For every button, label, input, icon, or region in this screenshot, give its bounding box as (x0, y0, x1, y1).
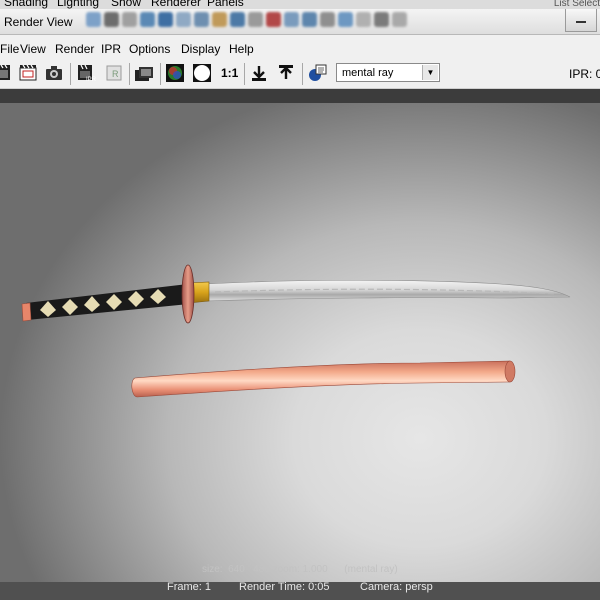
title-bar: Render View (0, 9, 600, 35)
keep-image-icon (252, 66, 266, 81)
menu-shading[interactable]: Shading (4, 0, 48, 9)
katana-scabbard (131, 360, 516, 398)
background-shelf-icons (86, 12, 407, 30)
renderer-select-value: mental ray (342, 67, 394, 79)
katana-blade (204, 279, 571, 302)
snapshot-button[interactable] (44, 63, 64, 83)
window-title: Render View (4, 15, 73, 29)
render-settings-button[interactable] (307, 63, 327, 83)
render-sequence-button[interactable] (134, 63, 154, 83)
minimize-icon (576, 21, 586, 23)
chevron-down-icon: ▼ (422, 65, 438, 80)
panel-divider (0, 89, 600, 103)
minimize-button[interactable] (565, 9, 597, 32)
ipr-render-icon: IPR (78, 64, 96, 83)
alpha-channel-button[interactable] (192, 63, 212, 83)
render-toolbar: IPR R 1:1 mental ray ▼ IPR: 0 (0, 59, 600, 89)
color-channels-button[interactable] (165, 63, 185, 83)
menu-view[interactable]: View (20, 42, 46, 56)
menu-ipr[interactable]: IPR (101, 42, 121, 56)
refresh-ipr-icon: R (106, 65, 122, 81)
remove-image-button[interactable] (276, 63, 296, 83)
snapshot-icon (46, 66, 62, 80)
host-menu-cut-text: List Select (553, 0, 600, 9)
menu-bar: File View Render IPR Options Display Hel… (0, 35, 600, 59)
svg-text:IPR: IPR (86, 77, 96, 83)
renderer-select[interactable]: mental ray ▼ (336, 63, 440, 82)
ipr-status-label: IPR: 0 (569, 67, 600, 81)
toolbar-separator (70, 63, 71, 85)
status-bar: Frame: 1 Render Time: 0:05 Camera: persp (0, 581, 600, 600)
color-channels-icon (166, 64, 184, 82)
svg-text:R: R (112, 69, 119, 79)
keep-image-button[interactable] (249, 63, 269, 83)
menu-help[interactable]: Help (229, 42, 254, 56)
menu-lighting[interactable]: Lighting (57, 0, 99, 9)
host-menu-bar: Shading Lighting Show Renderer Panels Li… (0, 0, 600, 9)
render-frame-icon (0, 64, 10, 80)
render-sequence-icon (135, 67, 153, 81)
status-frame: Frame: 1 (167, 581, 212, 593)
ipr-render-button[interactable]: IPR (76, 63, 96, 83)
render-info-overlay: size: 640 480 zoom: 1.000 (mental ray) (202, 564, 398, 575)
remove-image-icon (279, 65, 293, 79)
real-size-button[interactable]: 1:1 (221, 66, 238, 80)
render-frame-button[interactable] (0, 63, 12, 83)
toolbar-separator (302, 63, 303, 85)
render-region-button[interactable] (18, 63, 38, 83)
status-render-time: Render Time: 0:05 (239, 581, 330, 593)
alpha-channel-icon (193, 64, 211, 82)
menu-file[interactable]: File (0, 42, 19, 56)
toolbar-separator (160, 63, 161, 85)
rendered-katana-image (21, 264, 571, 398)
render-settings-icon (309, 64, 327, 81)
menu-renderer[interactable]: Renderer (151, 0, 201, 9)
refresh-ipr-button[interactable]: R (104, 63, 124, 83)
render-image-area[interactable]: size: 640 480 zoom: 1.000 (mental ray) (0, 103, 600, 582)
menu-show[interactable]: Show (111, 0, 141, 9)
menu-display[interactable]: Display (181, 42, 220, 56)
render-region-icon (19, 64, 37, 81)
toolbar-separator (244, 63, 245, 85)
menu-options[interactable]: Options (129, 42, 170, 56)
status-camera: Camera: persp (360, 581, 433, 593)
katana-tsuba (181, 264, 195, 324)
menu-panels[interactable]: Panels (207, 0, 244, 9)
toolbar-separator (129, 63, 130, 85)
katana-handle (21, 284, 189, 322)
menu-render[interactable]: Render (55, 42, 94, 56)
